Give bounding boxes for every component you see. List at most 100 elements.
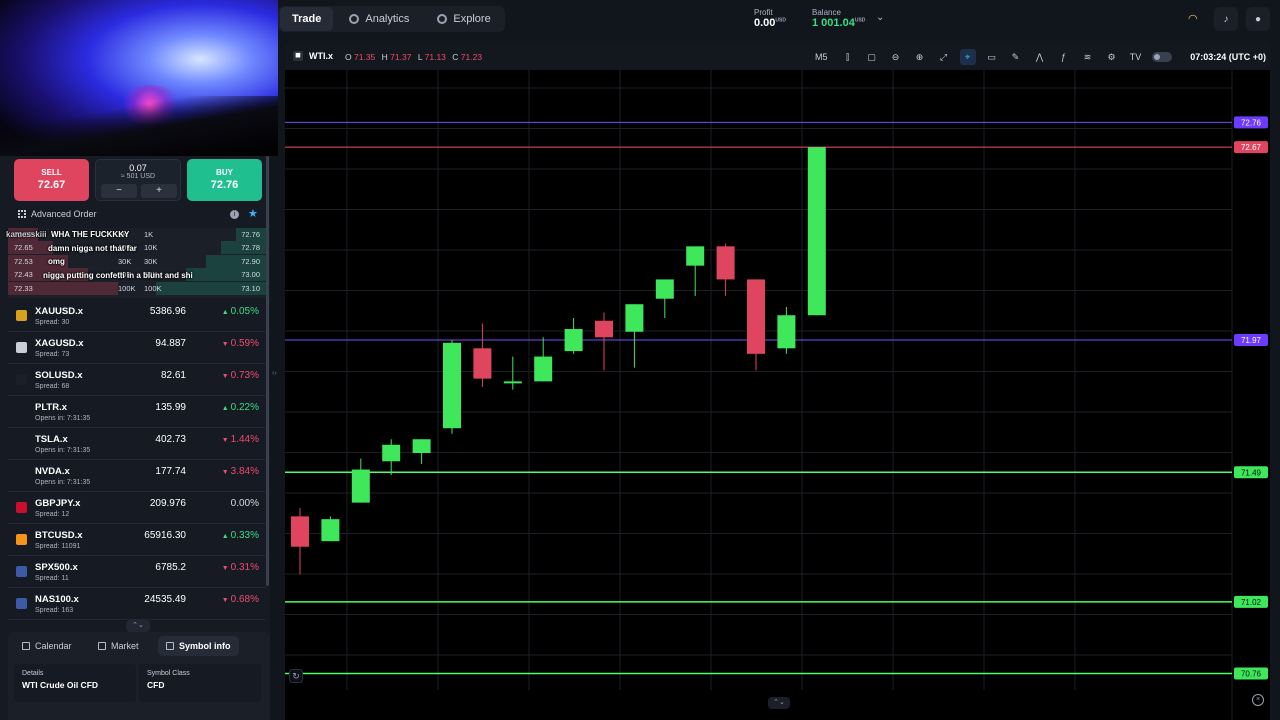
timeframe-selector[interactable]: M5 xyxy=(815,52,828,62)
symbol-price: 94.887 xyxy=(155,338,186,349)
chart-symbol[interactable]: ◼ WTI.x xyxy=(293,51,333,61)
high-label: H xyxy=(381,52,388,62)
candle-body xyxy=(716,246,735,280)
change-value: 0.73% xyxy=(230,370,259,381)
trendline-icon[interactable]: ⋀ xyxy=(1032,49,1048,65)
candle-body xyxy=(382,444,401,462)
square-icon[interactable]: ▢ xyxy=(864,49,880,65)
symbol-list-scrollbar[interactable] xyxy=(266,156,269,586)
details-label: Details xyxy=(22,670,44,677)
chart-toolbar: ◼ WTI.x O 71.35 H 71.37 L 71.13 C 71.23 M… xyxy=(285,44,1270,70)
price-level-label: 71.02 xyxy=(1241,598,1262,607)
sell-button[interactable]: SELL 72.67 xyxy=(14,159,89,201)
expand-handle[interactable]: ⌃⌄ xyxy=(126,620,150,632)
info-doc-icon xyxy=(166,642,174,650)
candle-body xyxy=(291,516,309,547)
change-arrow-icon: ▼ xyxy=(221,437,231,444)
symbol-subtext: Opens in: 7:31:35 xyxy=(35,447,91,454)
close-value: 71.23 xyxy=(460,52,483,62)
symbol-row[interactable]: NVDA.x Opens in: 7:31:35 177.74 ▼ 3.84% xyxy=(8,460,266,492)
quantity-value[interactable]: 0.07 xyxy=(96,163,180,173)
candlestick-chart[interactable]: 72.76 72.67 71.97 71.49 71.02 70.76 xyxy=(285,70,1270,720)
chevron-down-icon[interactable]: ⌄ xyxy=(876,12,884,23)
bell-icon: ♪ xyxy=(1223,13,1229,25)
depth-row: 72.65 10K 10K 72.78 xyxy=(8,241,266,255)
high-value: 71.37 xyxy=(390,52,412,62)
webcam-overlay xyxy=(0,0,278,156)
candle-body xyxy=(807,147,826,316)
advanced-order-toggle[interactable]: Advanced Order xyxy=(18,209,97,219)
notifications-button[interactable]: ♪ xyxy=(1214,7,1238,31)
tab-analytics[interactable]: Analytics xyxy=(337,7,421,31)
symbol-subtext: Spread: 68 xyxy=(35,383,70,390)
pencil-icon[interactable]: ✎ xyxy=(1008,49,1024,65)
buy-price: 72.76 xyxy=(210,179,239,191)
star-icon[interactable]: ★ xyxy=(248,207,258,220)
horizontal-line-icon[interactable]: ▭ xyxy=(984,49,1000,65)
market-icon xyxy=(98,642,106,650)
symbol-row[interactable]: TSLA.x Opens in: 7:31:35 402.73 ▼ 1.44% xyxy=(8,428,266,460)
analytics-icon xyxy=(349,14,360,24)
candle-body xyxy=(564,329,583,352)
layers-icon[interactable]: ≋ xyxy=(1080,49,1096,65)
buy-button[interactable]: BUY 72.76 xyxy=(187,159,262,201)
chat-text: WHA THE FUCKKKY xyxy=(50,230,130,239)
candle-body xyxy=(595,320,613,338)
account-button[interactable]: ● xyxy=(1246,7,1270,31)
scroll-handle-icon[interactable]: ⌃⌄ xyxy=(768,697,790,709)
indicators-icon[interactable]: ƒ xyxy=(1056,49,1072,65)
tab-explore[interactable]: Explore xyxy=(425,7,502,31)
symbol-row[interactable]: PLTR.x Opens in: 7:31:35 135.99 ▲ 0.22% xyxy=(8,396,266,428)
symbol-row[interactable]: SPX500.x Spread: 11 6785.2 ▼ 0.31% xyxy=(8,556,266,588)
symbol-change: ▼ 1.44% xyxy=(222,434,259,445)
symbol-subtext: Opens in: 7:31:35 xyxy=(35,479,91,486)
chat-text: nigga putting confetti in a blunt and sh… xyxy=(43,271,193,280)
zoom-out-icon[interactable]: ⊖ xyxy=(888,49,904,65)
symbol-row[interactable]: XAGUSD.x Spread: 73 94.887 ▼ 0.59% xyxy=(8,332,266,364)
depth-bid-vol: 30K xyxy=(118,256,132,266)
change-arrow-icon: ▼ xyxy=(221,469,231,476)
tab-market[interactable]: Market xyxy=(90,636,147,656)
depth-bid: 72.43 xyxy=(14,270,33,280)
theme-toggle[interactable] xyxy=(1151,52,1172,62)
settings-gear-icon[interactable]: ⚙ xyxy=(1104,49,1120,65)
symbol-name: XAGUSD.x xyxy=(35,338,84,349)
decrease-button[interactable]: − xyxy=(101,184,137,198)
symbol-row[interactable]: SOLUSD.x Spread: 68 82.61 ▼ 0.73% xyxy=(8,364,266,396)
top-nav: Trade Analytics Explore Profit 0.00USD B… xyxy=(278,0,1280,38)
tab-trade[interactable]: Trade xyxy=(280,7,334,31)
depth-ask-vol: 10K xyxy=(144,243,158,253)
chart-clock: 07:03:24 (UTC +0) xyxy=(1190,52,1266,62)
symbol-row[interactable]: GBPJPY.x Spread: 12 209.976 0.00% xyxy=(8,492,266,524)
symbol-price: 24535.49 xyxy=(144,594,186,605)
ohlc-readout: O 71.35 H 71.37 L 71.13 C 71.23 xyxy=(345,52,486,62)
fullscreen-icon[interactable]: ⤢ xyxy=(936,49,952,65)
crosshair-icon[interactable]: ⌖ xyxy=(959,49,976,65)
tab-calendar[interactable]: Calendar xyxy=(14,636,80,656)
candle-body xyxy=(473,348,492,379)
tab-symbol-info[interactable]: Symbol info xyxy=(158,636,239,656)
symbol-name: BTCUSD.x xyxy=(35,530,83,541)
symbol-class-value: CFD xyxy=(147,680,165,690)
change-arrow-icon: ▲ xyxy=(221,533,231,540)
reset-chart-icon[interactable]: ↻ xyxy=(289,669,303,683)
chat-text: omg xyxy=(48,257,65,266)
depth-ask: 72.78 xyxy=(241,243,260,253)
candles-icon[interactable]: ⫿ xyxy=(840,49,856,65)
quantity-stepper[interactable]: 0.07 ≈ 501 USD − + xyxy=(95,159,181,201)
collapse-panel-icon[interactable]: ‹› xyxy=(272,370,282,384)
info-icon[interactable]: i xyxy=(230,210,239,219)
gbpjpy-flag-icon xyxy=(16,502,27,513)
nvidia-icon xyxy=(16,470,27,481)
symbol-class-label: Symbol Class xyxy=(147,670,190,677)
symbol-row[interactable]: XAUUSD.x Spread: 30 5386.96 ▲ 0.05% xyxy=(8,300,266,332)
zoom-in-icon[interactable]: ⊕ xyxy=(912,49,928,65)
change-value: 3.84% xyxy=(230,466,259,477)
symbol-row[interactable]: NAS100.x Spread: 163 24535.49 ▼ 0.68% xyxy=(8,588,266,620)
price-axis xyxy=(1232,70,1270,720)
details-box: Details WTI Crude Oil CFD xyxy=(14,664,136,702)
close-circle-icon[interactable]: × xyxy=(1252,694,1264,706)
increase-button[interactable]: + xyxy=(141,184,177,198)
tesla-icon xyxy=(16,438,27,449)
symbol-row[interactable]: BTCUSD.x Spread: 11091 65916.30 ▲ 0.33% xyxy=(8,524,266,556)
